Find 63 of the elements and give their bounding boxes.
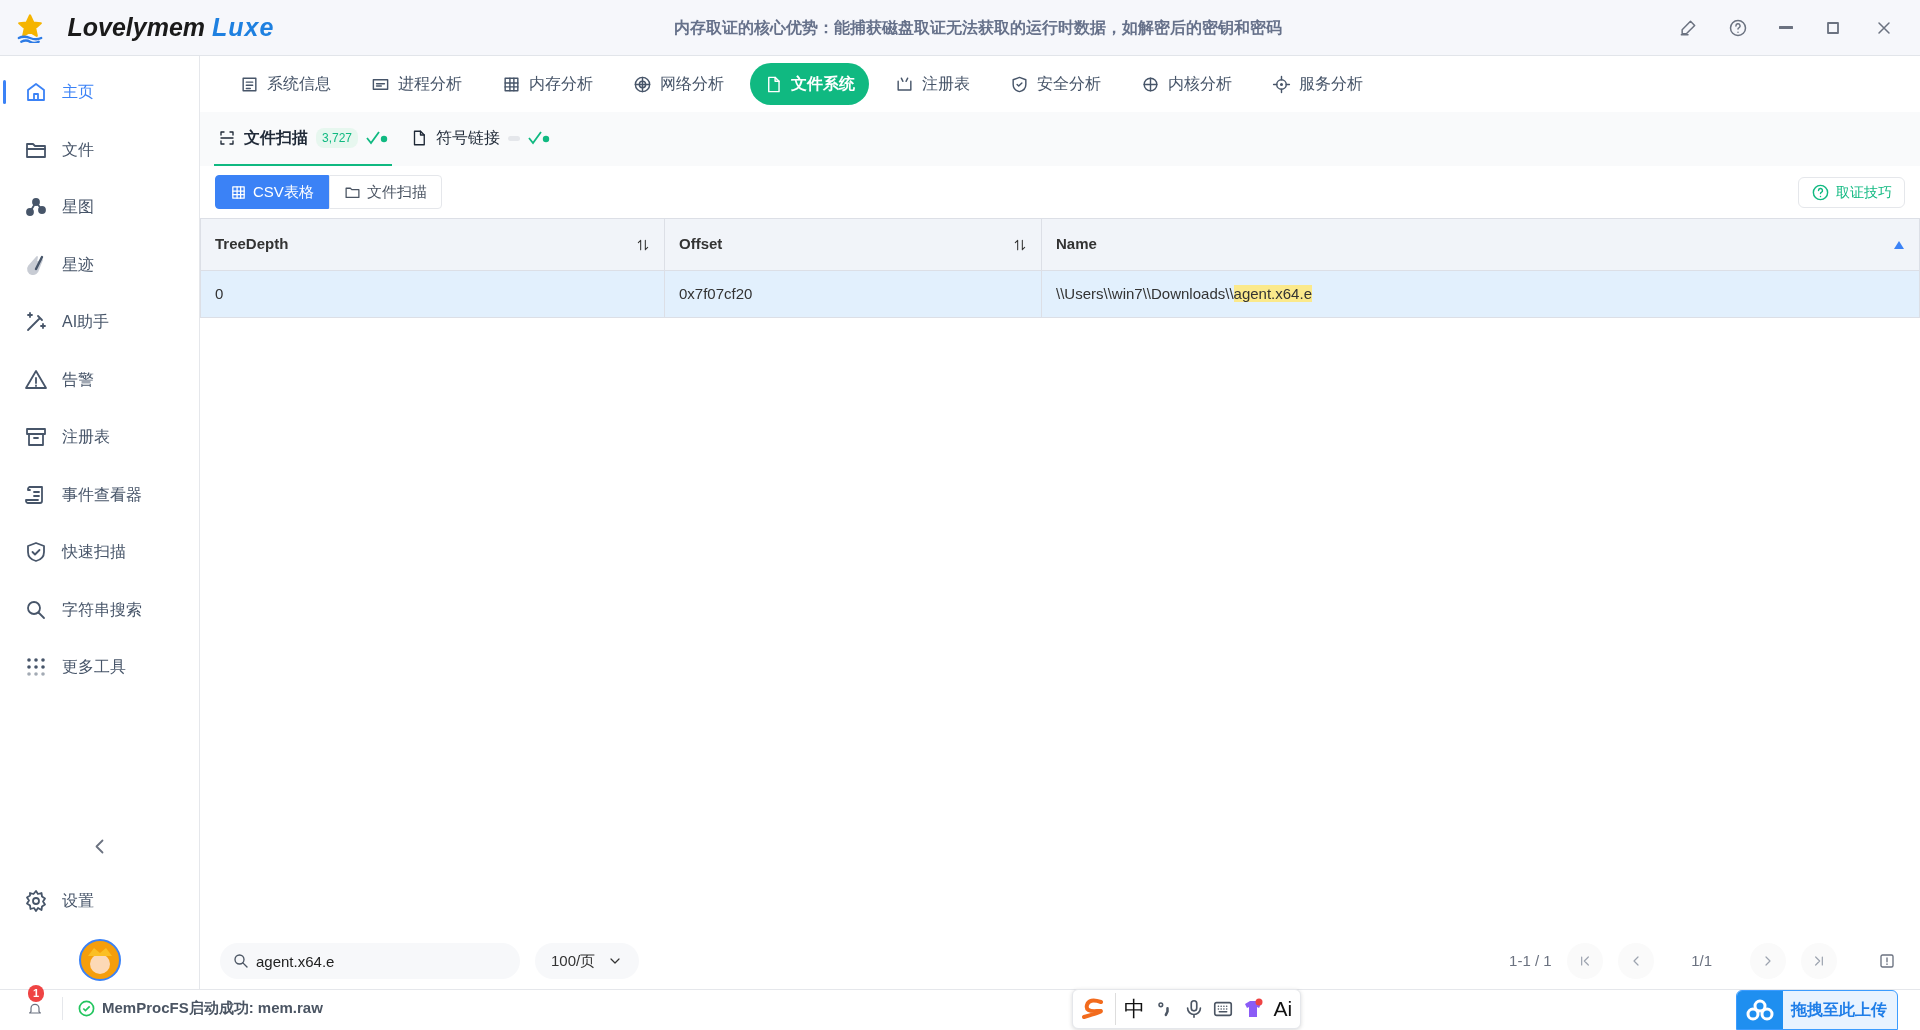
view-toggle[interactable]: 文件扫描 xyxy=(328,174,442,210)
nav-tab[interactable]: 注册表 xyxy=(881,63,984,105)
status-message: MemProcFS启动成功: mem.raw xyxy=(102,998,323,1019)
minimize-icon xyxy=(1778,26,1793,29)
nav-tab[interactable]: 安全分析 xyxy=(996,63,1115,105)
ime-logo-icon[interactable] xyxy=(1081,998,1105,1020)
sidebar-item[interactable]: 字符串搜索 xyxy=(0,581,199,639)
sidebar-item[interactable]: 更多工具 xyxy=(0,638,199,696)
column-header[interactable]: Name xyxy=(1041,218,1920,271)
sidebar-item[interactable]: 星迹 xyxy=(0,236,199,294)
settings-item[interactable]: 设置 xyxy=(0,872,199,930)
view-toggle[interactable]: CSV表格 xyxy=(215,174,329,210)
sidebar-item[interactable]: 星图 xyxy=(0,178,199,236)
table-grid-icon xyxy=(230,183,247,201)
nav-tab[interactable]: 服务分析 xyxy=(1258,63,1377,105)
notification-count: 1 xyxy=(28,985,45,1002)
sidebar-item[interactable]: 主页 xyxy=(0,63,199,121)
circle-plus-icon xyxy=(1141,74,1160,94)
page-number-text: 1/1 xyxy=(1691,950,1712,971)
help-icon xyxy=(1728,17,1748,38)
avatar[interactable] xyxy=(77,937,122,982)
chevron-left-icon xyxy=(95,838,104,854)
tagline-text: 内存取证的核心优势：能捕获磁盘取证无法获取的运行时数据，如解密后的密钥和密码 xyxy=(674,17,1283,38)
alert-square-icon xyxy=(1878,952,1896,970)
sidebar-item[interactable]: AI助手 xyxy=(0,293,199,351)
success-icon xyxy=(77,1000,95,1017)
sidebar-item[interactable]: 快速扫描 xyxy=(0,523,199,581)
help-icon xyxy=(1811,182,1830,202)
column-header[interactable]: TreeDepth xyxy=(200,218,665,271)
ai-toggle[interactable]: Ai xyxy=(1273,993,1293,1025)
list-icon xyxy=(240,74,259,94)
tray-icon xyxy=(895,74,914,94)
sub-tab[interactable]: 文件扫描 3,727 xyxy=(214,112,393,166)
page-range-text: 1-1 / 1 xyxy=(1509,950,1552,971)
sidebar-item[interactable]: 文件 xyxy=(0,121,199,179)
app-logo-text: Lovelymem Luxe xyxy=(67,11,275,43)
sub-tab[interactable]: 符号链接 xyxy=(406,112,555,166)
nav-tab[interactable]: 网络分析 xyxy=(619,63,738,105)
cloud-icon xyxy=(1746,999,1774,1021)
input-mode-toggle[interactable]: 中 xyxy=(1115,993,1145,1025)
gear-icon xyxy=(24,889,48,914)
table-cell: 0x7f07cf20 xyxy=(664,270,1042,318)
nav-tab[interactable]: 系统信息 xyxy=(226,63,345,105)
sidebar-item[interactable]: 注册表 xyxy=(0,408,199,466)
nav-tab[interactable]: 内存分析 xyxy=(488,63,607,105)
page-size-select[interactable]: 100/页 xyxy=(535,943,640,979)
target-icon xyxy=(1272,74,1291,94)
table-grid-icon xyxy=(502,74,521,94)
sidebar-item[interactable]: 事件查看器 xyxy=(0,466,199,524)
nav-tab[interactable]: 内核分析 xyxy=(1127,63,1246,105)
shield-check-icon xyxy=(1010,74,1029,94)
sidebar-item[interactable]: 告警 xyxy=(0,351,199,409)
scan-icon xyxy=(218,129,236,147)
search-field[interactable]: agent.x64.e xyxy=(220,943,520,979)
table-cell: 0 xyxy=(200,270,665,318)
crosshair-globe-icon xyxy=(633,74,652,94)
upload-button[interactable]: 拖拽至此上传 xyxy=(1736,990,1898,1030)
shield-check-icon xyxy=(24,540,48,565)
search-icon xyxy=(232,952,250,970)
column-header[interactable]: Offset xyxy=(664,218,1042,271)
nav-tab[interactable]: 进程分析 xyxy=(357,63,476,105)
star-logo-icon xyxy=(15,12,45,43)
warning-icon xyxy=(24,367,48,392)
